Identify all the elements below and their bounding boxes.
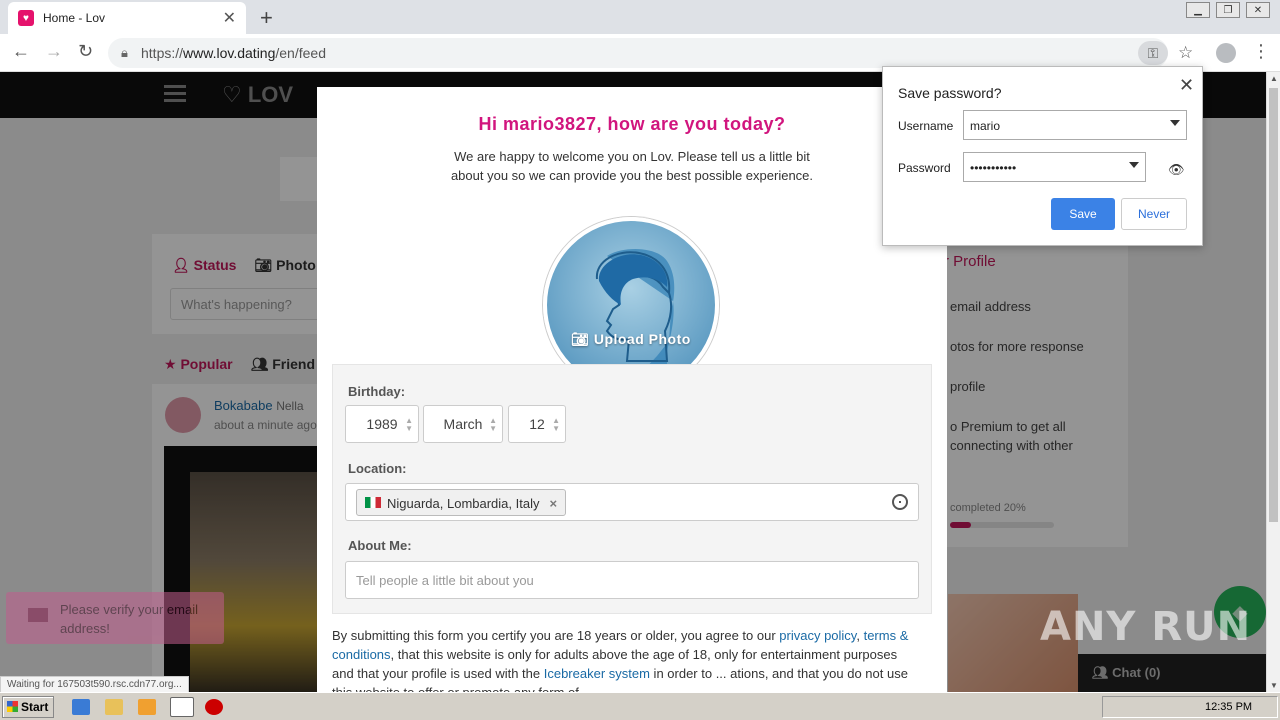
password-label: Password — [898, 161, 951, 175]
privacy-policy-link[interactable]: privacy policy — [779, 628, 856, 643]
about-me-textarea[interactable]: Tell people a little bit about you — [345, 561, 919, 599]
page-scrollbar[interactable]: ▲ ▼ — [1266, 72, 1280, 692]
close-window-button[interactable]: ✕ — [1246, 2, 1270, 18]
birth-year-value: 1989 — [366, 416, 398, 432]
browser-tab[interactable]: ♥ Home - Lov ✕ — [8, 2, 246, 34]
scroll-down-icon[interactable]: ▼ — [1270, 681, 1278, 690]
location-value: Niguarda, Lombardia, Italy — [387, 496, 540, 511]
envelope-icon — [28, 608, 48, 622]
consent-part-2: , — [856, 628, 860, 643]
birthday-label: Birthday: — [348, 384, 406, 399]
upload-photo-label: 📷︎ Upload Photo — [571, 331, 691, 347]
url-host: www.lov.dating — [183, 45, 276, 61]
loading-status-bubble: Waiting for 167503t590.rsc.cdn77.org... — [0, 676, 189, 692]
taskbar-clock: 12:35 PM — [1205, 701, 1253, 713]
password-value: ••••••••••• — [970, 161, 1017, 175]
welcome-modal: Hi mario3827, how are you today? We are … — [317, 87, 947, 692]
stepper-arrows-icon: ▲ ▼ — [552, 416, 560, 433]
show-password-eye-icon[interactable]: 👁︎ — [1168, 162, 1185, 178]
username-value: mario — [970, 119, 1001, 133]
birth-year-select[interactable]: 1989 ▲ ▼ — [345, 405, 419, 443]
consent-part-1: By submitting this form you certify you … — [332, 628, 780, 643]
consent-text: By submitting this form you certify you … — [332, 626, 912, 692]
stepper-arrows-icon: ▲ ▼ — [489, 416, 497, 433]
location-label: Location: — [348, 461, 407, 476]
remove-location-icon[interactable]: × — [549, 496, 557, 515]
birth-month-select[interactable]: March ▲ ▼ — [423, 405, 503, 443]
username-label: Username — [898, 119, 954, 133]
folder-icon[interactable] — [105, 699, 123, 715]
save-password-popup: Save password? ✕ Username mario Password… — [882, 66, 1203, 246]
lov-favicon-icon: ♥ — [18, 10, 34, 26]
stepper-arrows-icon: ▲ ▼ — [405, 416, 413, 433]
birth-month-value: March — [443, 416, 483, 432]
location-field[interactable]: Niguarda, Lombardia, Italy × — [345, 483, 919, 521]
icebreaker-link[interactable]: Icebreaker system — [544, 666, 650, 681]
scrollbar-thumb[interactable] — [1269, 88, 1278, 522]
modal-title: Hi mario3827, how are you today? — [478, 114, 786, 134]
password-field[interactable]: ••••••••••• — [963, 152, 1146, 182]
back-icon[interactable]: ← — [12, 41, 30, 62]
windows-taskbar: Start 12:35 PM — [0, 692, 1280, 720]
save-button[interactable]: Save — [1051, 198, 1115, 230]
italy-flag-icon — [365, 497, 381, 508]
ie-icon[interactable] — [72, 699, 90, 715]
birth-day-select[interactable]: 12 ▲ ▼ — [508, 405, 566, 443]
address-bar[interactable]: 🔒︎ https://www.lov.dating/en/feed ⚿ ☆ — [108, 38, 1193, 68]
popup-title: Save password? — [898, 85, 1002, 101]
chrome-icon[interactable] — [170, 697, 194, 717]
chevron-down-icon[interactable] — [1170, 120, 1180, 126]
locate-me-icon[interactable] — [892, 494, 908, 510]
username-field[interactable]: mario — [963, 110, 1187, 140]
forward-icon[interactable]: → — [45, 41, 63, 62]
media-player-icon[interactable] — [138, 699, 156, 715]
opera-icon[interactable] — [205, 699, 223, 715]
verify-email-toast[interactable]: Please verify your email address! — [6, 592, 224, 644]
reload-icon[interactable]: ↻ — [78, 41, 93, 62]
chevron-down-icon[interactable] — [1129, 162, 1139, 168]
tab-close-icon[interactable]: ✕ — [223, 8, 236, 28]
url-path: /en/feed — [275, 45, 326, 61]
about-me-label: About Me: — [348, 538, 412, 553]
profile-avatar-icon[interactable] — [1216, 43, 1236, 63]
location-chip[interactable]: Niguarda, Lombardia, Italy × — [356, 489, 567, 516]
lock-icon: 🔒︎ — [121, 45, 128, 60]
modal-intro: We are happy to welcome you on Lov. Plea… — [450, 149, 814, 183]
birth-day-value: 12 — [529, 416, 545, 432]
key-icon[interactable]: ⚿ — [1138, 41, 1168, 65]
verify-toast-text: Please verify your email address! — [60, 602, 198, 636]
profile-form: Birthday: 1989 ▲ ▼ March ▲ ▼ 12 ▲ ▼ Location: … — [332, 364, 932, 614]
url-text[interactable]: https://www.lov.dating/en/feed — [141, 45, 326, 61]
bookmark-star-icon[interactable]: ☆ — [1178, 43, 1193, 63]
start-button[interactable]: Start — [2, 696, 54, 718]
never-button[interactable]: Never — [1121, 198, 1187, 230]
new-tab-button[interactable]: + — [260, 5, 273, 31]
tab-title: Home - Lov — [43, 11, 106, 25]
anyrun-watermark: ANY RUN — [1040, 604, 1252, 650]
minimize-button[interactable]: ▁ — [1186, 2, 1210, 18]
browser-tabstrip: ♥ Home - Lov ✕ + ▁ ❐ ✕ — [0, 0, 1280, 34]
window-controls: ▁ ❐ ✕ — [1180, 2, 1270, 18]
close-icon[interactable]: ✕ — [1179, 75, 1194, 96]
url-scheme: https:// — [141, 45, 184, 61]
scroll-up-icon[interactable]: ▲ — [1270, 74, 1278, 83]
browser-menu-icon[interactable]: ⋮ — [1252, 41, 1270, 62]
restore-button[interactable]: ❐ — [1216, 2, 1240, 18]
upload-photo-text: Upload Photo — [593, 331, 691, 347]
